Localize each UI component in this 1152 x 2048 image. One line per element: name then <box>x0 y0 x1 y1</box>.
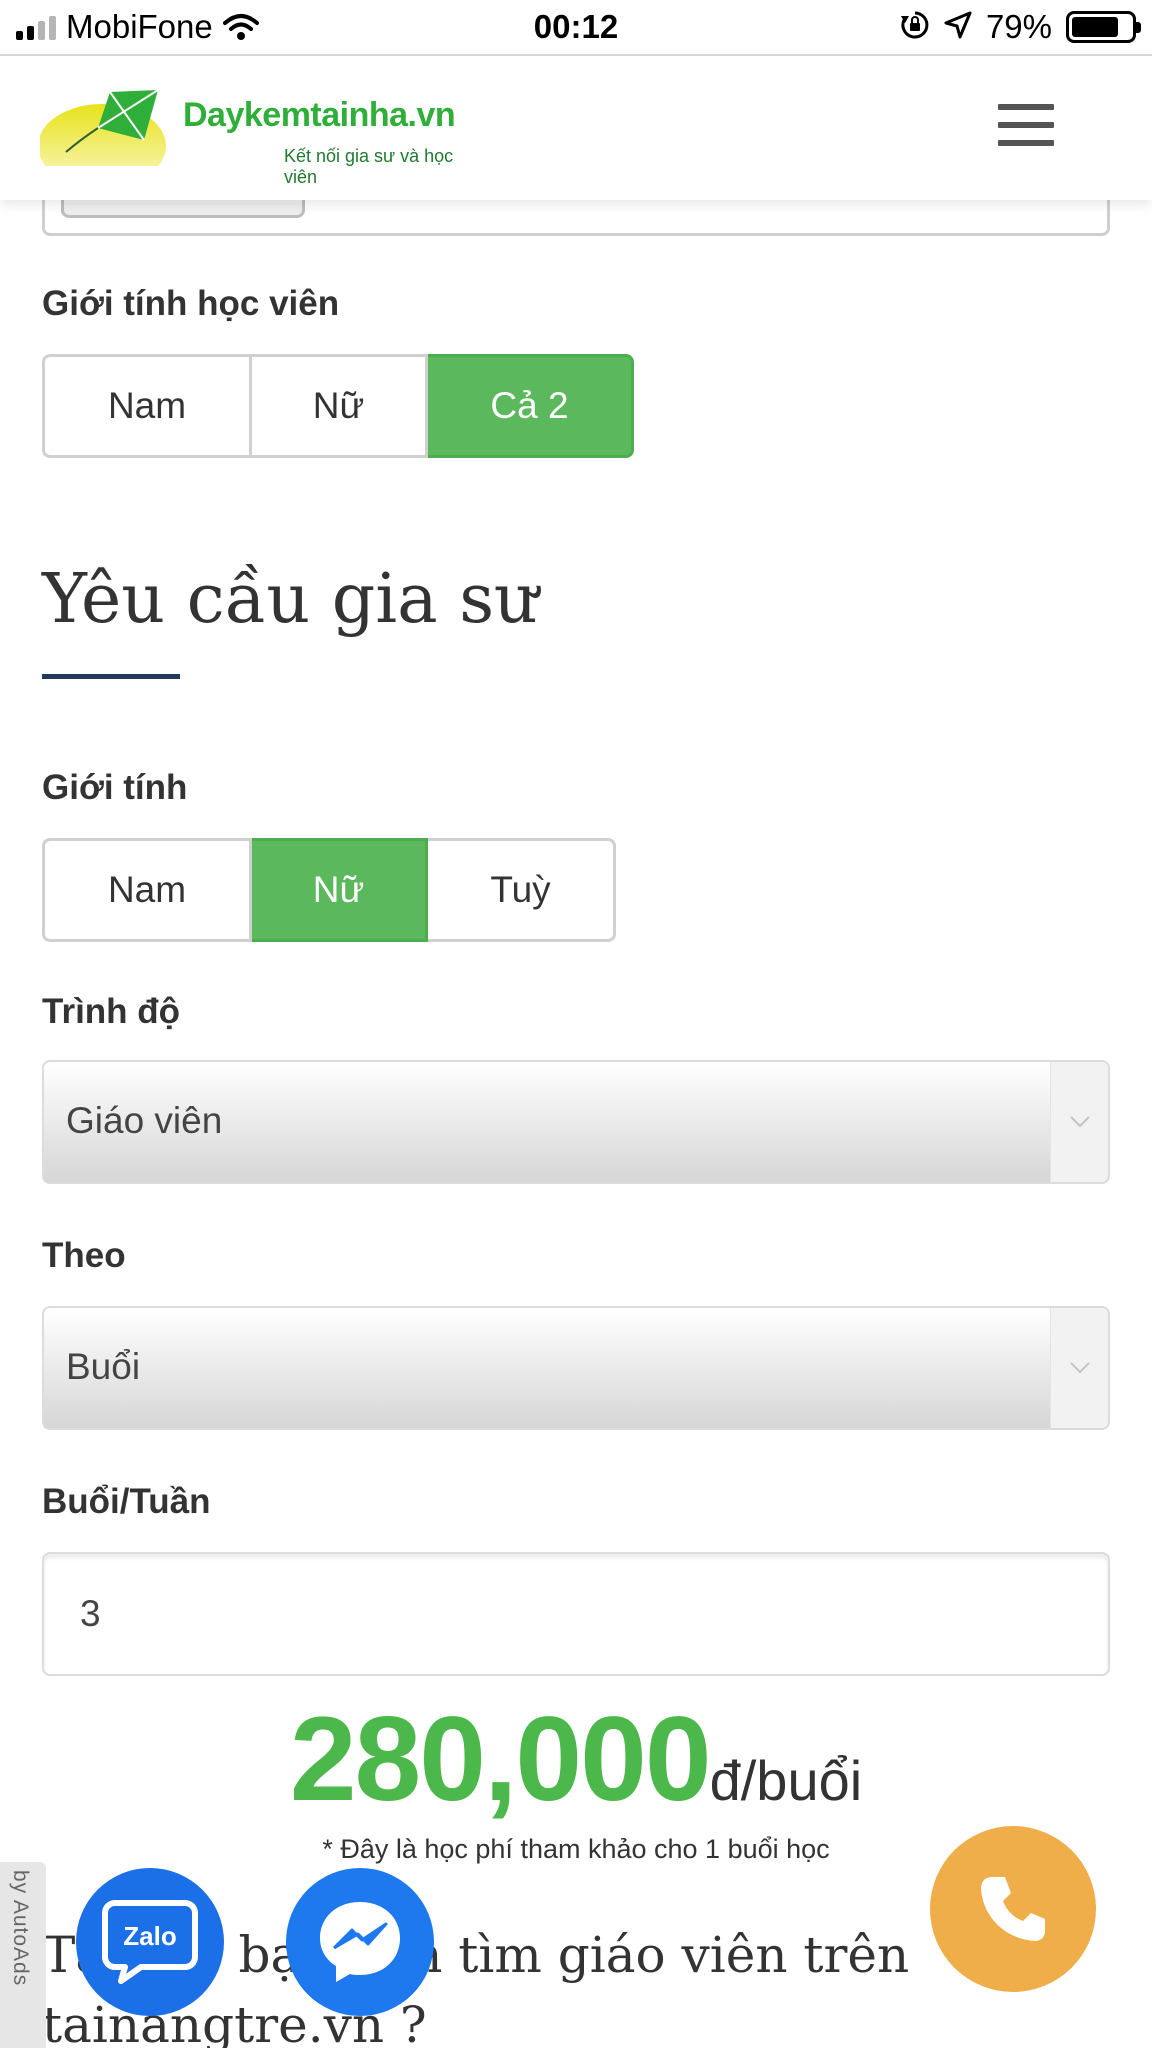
battery-icon <box>1066 11 1141 43</box>
rotation-lock-icon <box>900 10 930 45</box>
sessions-per-week-label: Buổi/Tuần <box>42 1482 211 1521</box>
section-title: Yêu cầu gia sư <box>42 560 538 639</box>
logo-name: Daykemtainha.vn <box>183 96 456 134</box>
student-gender-label: Giới tính học viên <box>42 284 340 323</box>
page-content: Giới tính học viên Nam Nữ Cả 2 Yêu cầu g… <box>0 0 1152 2048</box>
kite-logo-icon <box>40 89 190 178</box>
tutor-gender-selector: Nam Nữ Tuỳ <box>42 838 616 942</box>
student-gender-option-ca-2[interactable]: Cả 2 <box>428 354 634 458</box>
chevron-down-icon <box>1050 1308 1108 1428</box>
price-amount: 280,000 <box>289 1692 712 1826</box>
phone-icon <box>981 1877 1045 1941</box>
student-gender-option-nu[interactable]: Nữ <box>252 354 428 458</box>
zalo-chat-button[interactable]: Zalo <box>76 1868 224 2016</box>
price-display: 280,000đ/buổi <box>0 1690 1152 1828</box>
price-unit: đ/buổi <box>709 1749 863 1812</box>
section-title-underline <box>42 674 180 679</box>
site-header: Daykemtainha.vn Kết nối gia sư và học vi… <box>0 58 1152 200</box>
tutor-gender-option-nu[interactable]: Nữ <box>252 838 428 942</box>
site-logo[interactable]: Daykemtainha.vn Kết nối gia sư và học vi… <box>40 88 480 187</box>
hamburger-menu-icon[interactable] <box>996 100 1056 150</box>
messenger-icon <box>320 1902 400 1982</box>
sessions-per-week-input[interactable] <box>42 1552 1110 1676</box>
student-gender-selector: Nam Nữ Cả 2 <box>42 354 634 458</box>
tutor-gender-label: Giới tính <box>42 768 188 807</box>
student-gender-option-nam[interactable]: Nam <box>42 354 252 458</box>
by-select[interactable]: Buổi <box>42 1306 1110 1430</box>
messenger-chat-button[interactable] <box>286 1868 434 2016</box>
level-select[interactable]: Giáo viên <box>42 1060 1110 1184</box>
previous-field-button[interactable] <box>61 200 305 218</box>
tutor-gender-option-tuy[interactable]: Tuỳ <box>428 838 616 942</box>
call-button[interactable] <box>930 1826 1096 1992</box>
autoads-label: by AutoAds <box>9 1870 32 1987</box>
tutor-gender-option-nam[interactable]: Nam <box>42 838 252 942</box>
level-select-value: Giáo viên <box>66 1100 223 1141</box>
why-choose-line-2: tainangtre.vn ? <box>42 1996 427 2048</box>
level-label: Trình độ <box>42 992 181 1031</box>
zalo-icon: Zalo <box>101 1899 199 1985</box>
logo-tagline: Kết nối gia sư và học viên <box>284 146 454 187</box>
by-select-value: Buổi <box>66 1346 141 1387</box>
zalo-label: Zalo <box>123 1921 177 1951</box>
chevron-down-icon <box>1050 1062 1108 1182</box>
battery-level-fill <box>1072 17 1118 37</box>
battery-percent: 79% <box>985 8 1052 45</box>
status-bar: MobiFone 00:12 79% <box>0 0 1152 56</box>
autoads-tab[interactable]: by AutoAds <box>0 1862 46 2048</box>
by-label: Theo <box>42 1236 126 1275</box>
location-arrow-icon <box>944 11 972 44</box>
